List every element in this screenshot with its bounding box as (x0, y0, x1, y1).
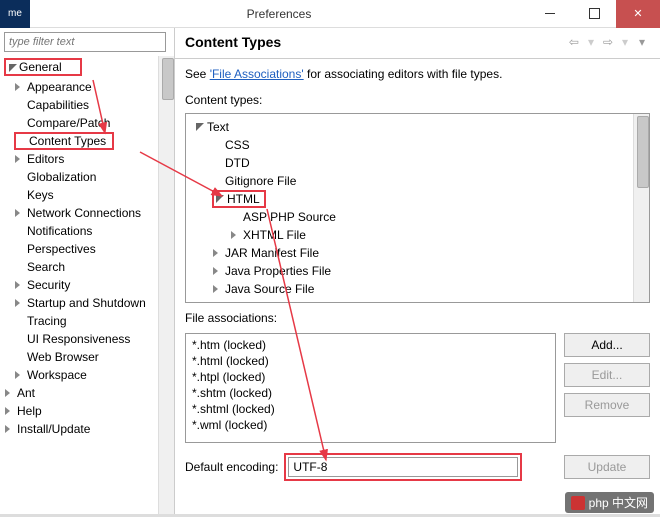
tree-item[interactable]: Workspace (27, 368, 87, 382)
tree-item[interactable]: Notifications (27, 224, 92, 238)
add-button[interactable]: Add... (564, 333, 650, 357)
expand-icon[interactable] (212, 266, 223, 277)
expand-icon[interactable] (14, 280, 25, 291)
remove-button[interactable]: Remove (564, 393, 650, 417)
tree-item[interactable]: Editors (27, 152, 64, 166)
expand-icon[interactable] (212, 248, 223, 259)
tree-item[interactable]: Search (27, 260, 65, 274)
watermark-icon (571, 496, 585, 510)
ct-item[interactable]: Java Source File (225, 282, 314, 296)
scrollbar[interactable] (633, 114, 649, 302)
ct-item[interactable]: XHTML File (243, 228, 306, 242)
tree-item[interactable]: Network Connections (27, 206, 141, 220)
tree-item[interactable]: Keys (27, 188, 54, 202)
tree-item[interactable]: Compare/Patch (27, 116, 110, 130)
window-title: Preferences (30, 7, 528, 21)
encoding-label: Default encoding: (185, 460, 278, 474)
tree-item[interactable]: Security (27, 278, 70, 292)
expand-icon[interactable] (14, 82, 25, 93)
tree-item[interactable]: Startup and Shutdown (27, 296, 146, 310)
minimize-button[interactable] (528, 0, 572, 28)
tree-item[interactable]: Tracing (27, 314, 67, 328)
expand-icon[interactable] (14, 208, 25, 219)
tree-item-content-types[interactable]: Content Types (29, 134, 106, 148)
tree-item[interactable]: Globalization (27, 170, 96, 184)
filter-input[interactable] (4, 32, 166, 52)
titlebar: me Preferences (0, 0, 660, 28)
expand-icon[interactable] (4, 388, 15, 399)
list-item[interactable]: *.htpl (locked) (192, 370, 549, 386)
list-item[interactable]: *.shtml (locked) (192, 402, 549, 418)
tree-item-ant[interactable]: Ant (17, 386, 35, 400)
list-item[interactable]: *.htm (locked) (192, 338, 549, 354)
ct-item[interactable]: Java Properties File (225, 264, 331, 278)
page-title: Content Types (185, 34, 566, 50)
expand-icon[interactable] (6, 62, 17, 73)
ct-item[interactable]: Gitignore File (225, 174, 296, 188)
expand-icon[interactable] (214, 194, 225, 205)
file-assoc-label: File associations: (185, 311, 650, 325)
right-panel: Content Types ⇦▾ ⇨▾ ▾ See 'File Associat… (175, 28, 660, 517)
expand-icon[interactable] (14, 370, 25, 381)
expand-icon[interactable] (14, 154, 25, 165)
nav-forward-icon[interactable]: ⇨ (600, 35, 616, 49)
nav-back-icon[interactable]: ⇦ (566, 35, 582, 49)
list-item[interactable]: *.html (locked) (192, 354, 549, 370)
expand-icon[interactable] (14, 298, 25, 309)
expand-icon[interactable] (230, 230, 241, 241)
close-button[interactable] (616, 0, 660, 28)
maximize-button[interactable] (572, 0, 616, 28)
tree-item[interactable]: Appearance (27, 80, 92, 94)
tree-item[interactable]: Web Browser (27, 350, 99, 364)
file-associations-link[interactable]: 'File Associations' (210, 67, 304, 81)
tree-item-general[interactable]: General (19, 60, 62, 74)
tree-item-help[interactable]: Help (17, 404, 42, 418)
ct-item[interactable]: ASP PHP Source (243, 210, 336, 224)
intro-text: See 'File Associations' for associating … (185, 67, 650, 81)
preferences-tree[interactable]: General Appearance Capabilities Compare/… (0, 56, 158, 517)
update-button[interactable]: Update (564, 455, 650, 479)
app-badge: me (0, 0, 30, 28)
content-types-label: Content types: (185, 93, 650, 107)
expand-icon[interactable] (4, 424, 15, 435)
tree-item[interactable]: Capabilities (27, 98, 89, 112)
content-types-tree[interactable]: Text CSS DTD Gitignore File HTML ASP PHP… (186, 114, 633, 302)
edit-button[interactable]: Edit... (564, 363, 650, 387)
scrollbar[interactable] (158, 56, 174, 517)
tree-item[interactable]: UI Responsiveness (27, 332, 130, 346)
nav-menu-icon[interactable]: ▾ (634, 35, 650, 49)
expand-icon[interactable] (194, 122, 205, 133)
expand-icon[interactable] (4, 406, 15, 417)
ct-item[interactable]: JAR Manifest File (225, 246, 319, 260)
ct-item[interactable]: DTD (225, 156, 250, 170)
file-assoc-list[interactable]: *.htm (locked) *.html (locked) *.htpl (l… (185, 333, 556, 443)
ct-text[interactable]: Text (207, 120, 229, 134)
ct-item[interactable]: CSS (225, 138, 250, 152)
list-item[interactable]: *.wml (locked) (192, 418, 549, 434)
list-item[interactable]: *.shtm (locked) (192, 386, 549, 402)
ct-html[interactable]: HTML (227, 192, 260, 206)
expand-icon[interactable] (212, 284, 223, 295)
tree-item[interactable]: Perspectives (27, 242, 96, 256)
encoding-input[interactable] (288, 457, 518, 477)
tree-item-install[interactable]: Install/Update (17, 422, 90, 436)
left-panel: General Appearance Capabilities Compare/… (0, 28, 175, 517)
watermark: php 中文网 (565, 492, 654, 513)
